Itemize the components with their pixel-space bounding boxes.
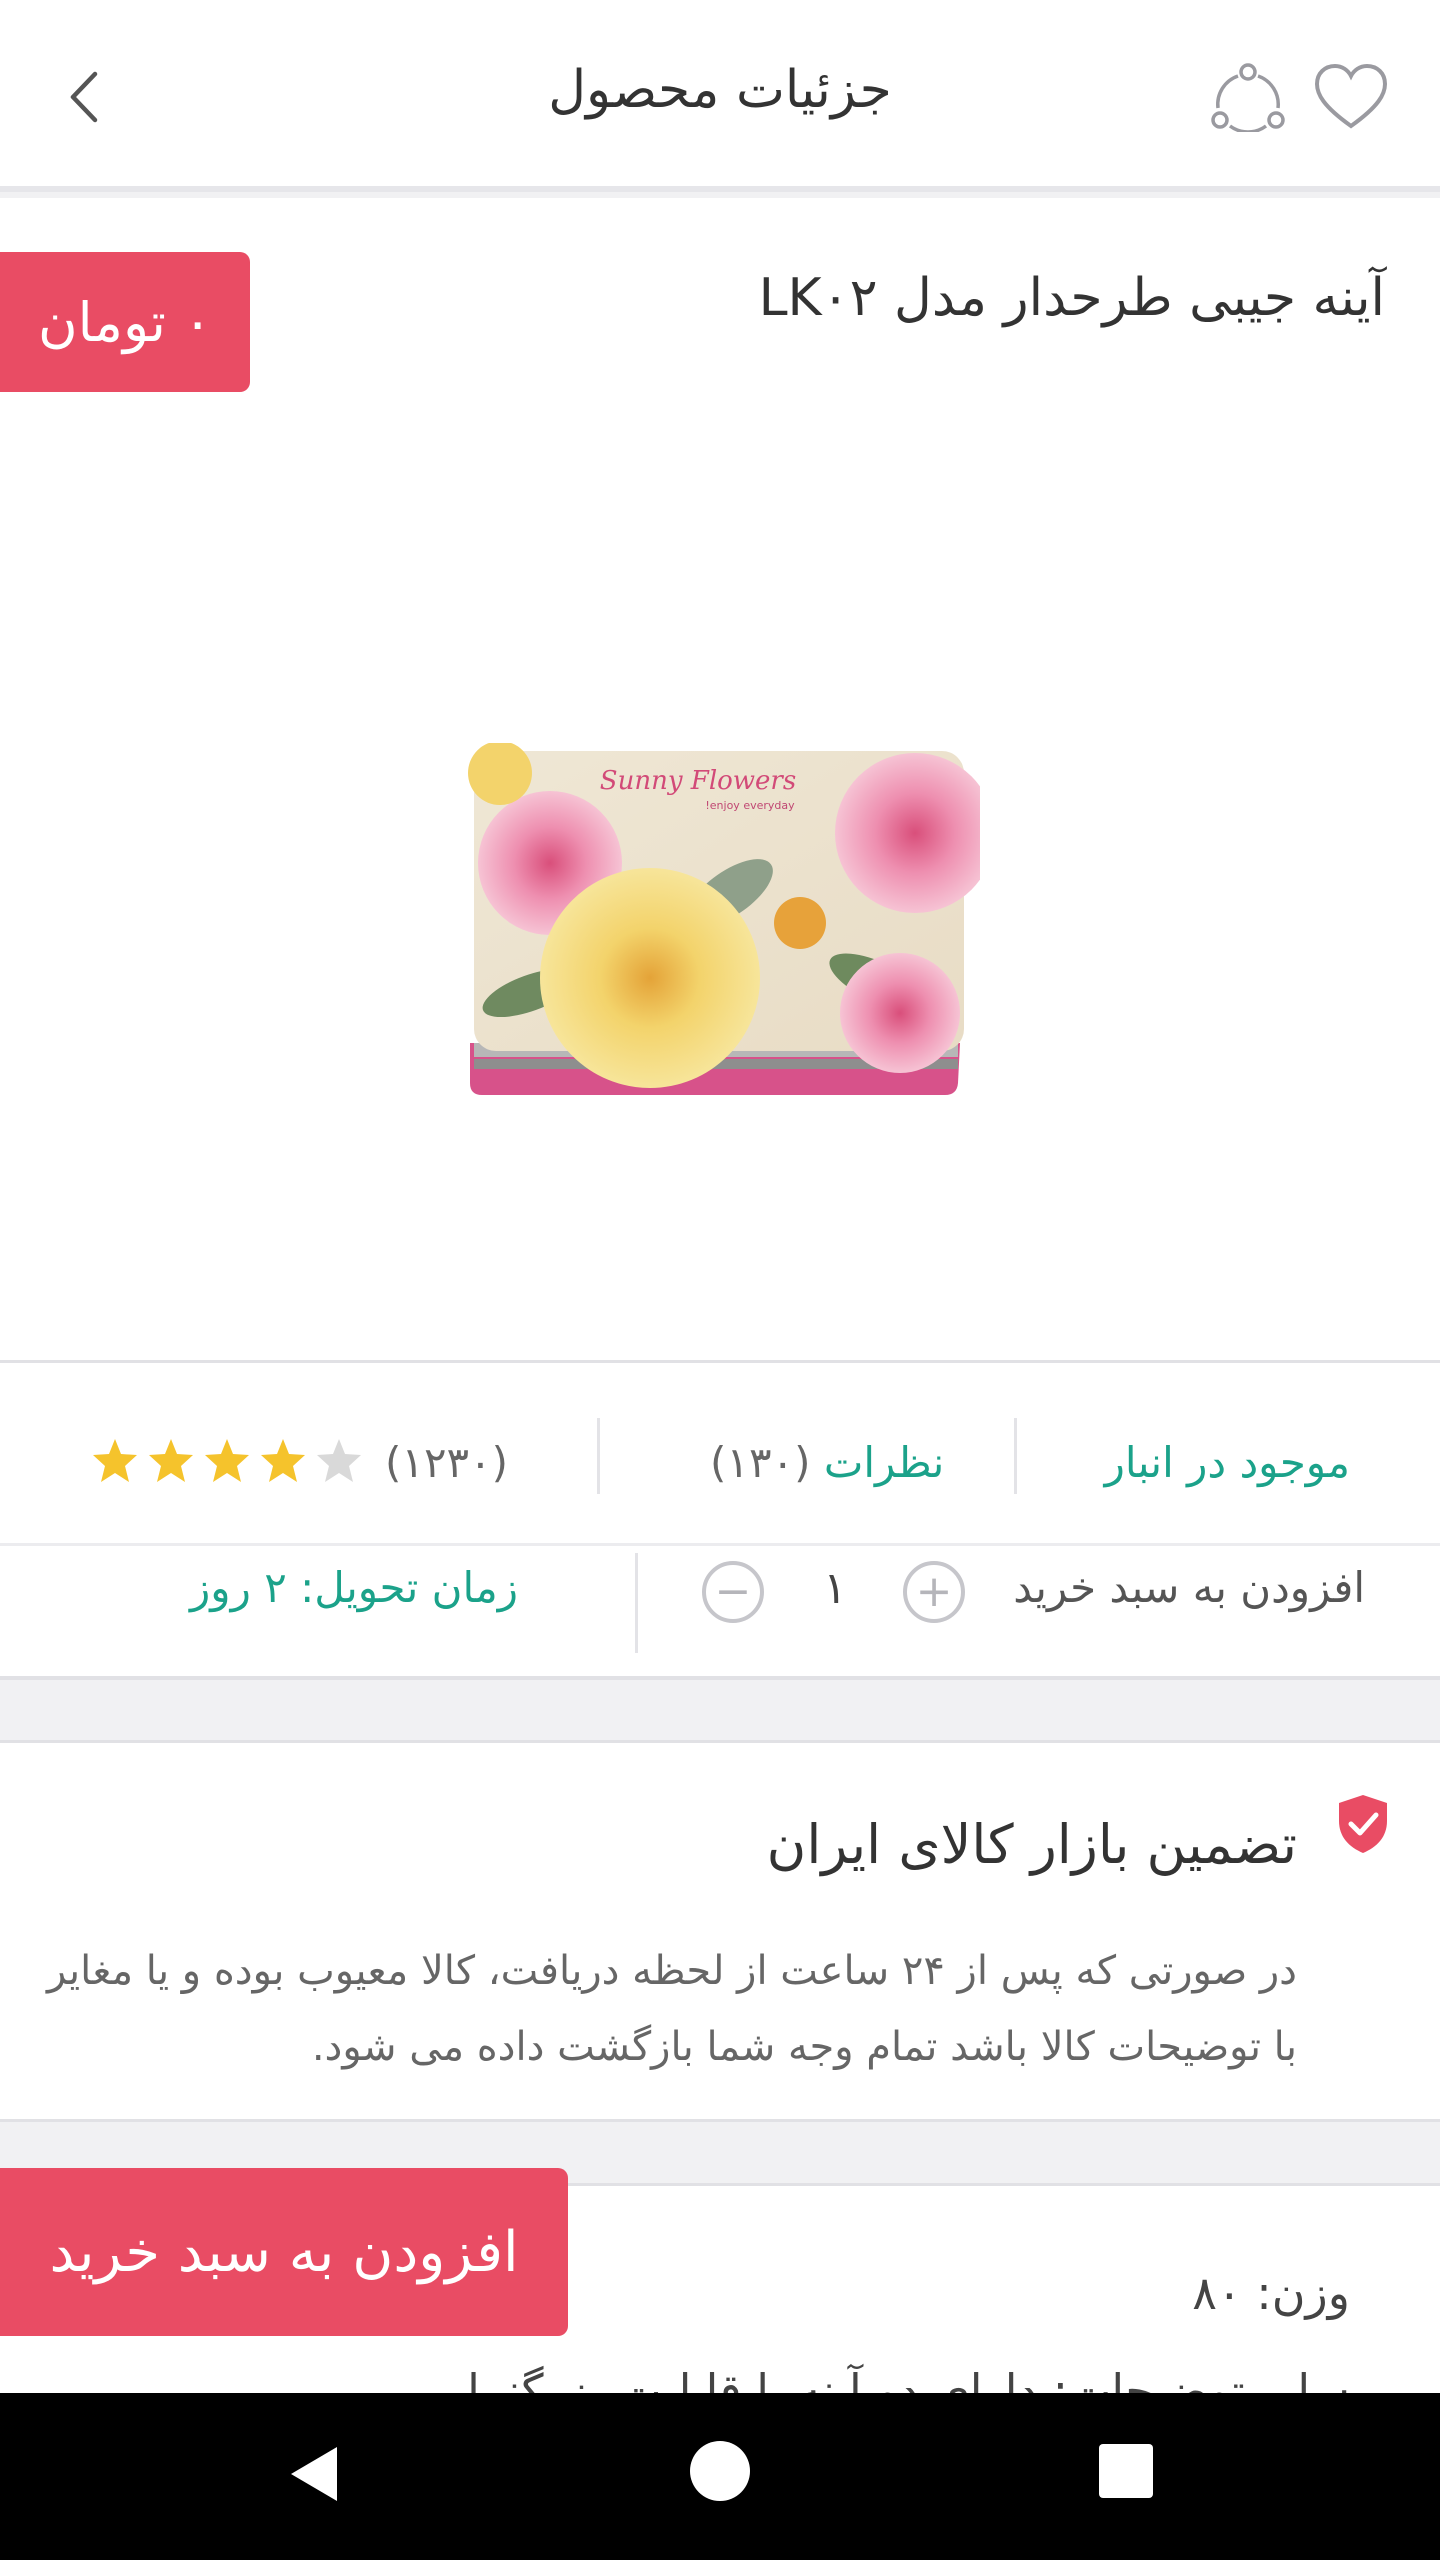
guarantee-description: در صورتی که پس از ۲۴ ساعت از لحظه دریافت… bbox=[46, 1948, 1297, 2070]
guarantee-card: تضمین بازار کالای ایران در صورتی که پس ا… bbox=[0, 1740, 1440, 2122]
add-to-cart-button[interactable]: افزودن به سبد خرید bbox=[0, 2168, 568, 2336]
other-description: سایر توضیحات: دارای دو آینه با قابلیت بز… bbox=[415, 2364, 1350, 2393]
page-title: جزئیات محصول bbox=[548, 60, 892, 120]
system-nav-bar bbox=[0, 2393, 1440, 2560]
nav-home-icon[interactable] bbox=[690, 2441, 750, 2501]
reviews-count: (۱۳۰) bbox=[710, 1438, 811, 1487]
quantity-decrease-button[interactable]: − bbox=[702, 1561, 764, 1623]
product-title: آینه جیبی طرحدار مدل LK۰۲ bbox=[758, 268, 1385, 328]
reviews-label: نظرات bbox=[823, 1438, 945, 1487]
nav-back-icon[interactable] bbox=[285, 2443, 341, 2505]
star-filled-icon bbox=[261, 1439, 305, 1482]
product-brand-text: Sunny Flowers bbox=[600, 766, 796, 796]
star-filled-icon bbox=[205, 1439, 249, 1482]
back-chevron-icon[interactable] bbox=[55, 62, 115, 132]
product-image[interactable]: Sunny Flowers enjoy everyday! bbox=[460, 743, 980, 1103]
divider bbox=[1014, 1418, 1017, 1494]
minus-icon: − bbox=[714, 1566, 752, 1617]
product-tagline-text: enjoy everyday! bbox=[705, 799, 795, 812]
reviews-link[interactable]: نظرات (۱۳۰) bbox=[710, 1438, 944, 1487]
stock-status: موجود در انبار bbox=[1104, 1438, 1350, 1487]
quantity-increase-button[interactable]: + bbox=[903, 1561, 965, 1623]
delivery-time: زمان تحویل: ۲ روز bbox=[190, 1563, 519, 1612]
weight-spec: وزن: ۸۰ bbox=[1192, 2266, 1350, 2320]
rating-count: (۱۲۳۰) bbox=[385, 1438, 509, 1487]
product-info-panel: موجود در انبار نظرات (۱۳۰) (۱۲۳۰) افزودن… bbox=[0, 1363, 1440, 1680]
plus-icon: + bbox=[915, 1566, 953, 1617]
rating-stars bbox=[90, 1436, 364, 1486]
divider bbox=[597, 1418, 600, 1494]
price-badge: ۰ تومان bbox=[0, 252, 250, 392]
shield-check-icon bbox=[1339, 1795, 1387, 1853]
row-divider bbox=[0, 1543, 1440, 1546]
quantity-value: ۱ bbox=[823, 1563, 847, 1614]
app-header: جزئیات محصول bbox=[0, 0, 1440, 192]
stock-reviews-row: موجود در انبار نظرات (۱۳۰) (۱۲۳۰) bbox=[0, 1363, 1440, 1543]
add-to-cart-label: افزودن به سبد خرید bbox=[1013, 1563, 1365, 1612]
star-filled-icon bbox=[149, 1439, 193, 1482]
guarantee-title: تضمین بازار کالای ایران bbox=[766, 1813, 1297, 1876]
product-card: ۰ تومان آینه جیبی طرحدار مدل LK۰۲ Sunny … bbox=[0, 198, 1440, 1363]
nav-recents-icon[interactable] bbox=[1099, 2444, 1153, 2498]
star-empty-icon bbox=[317, 1439, 361, 1482]
divider bbox=[635, 1553, 638, 1653]
star-filled-icon bbox=[93, 1439, 137, 1482]
